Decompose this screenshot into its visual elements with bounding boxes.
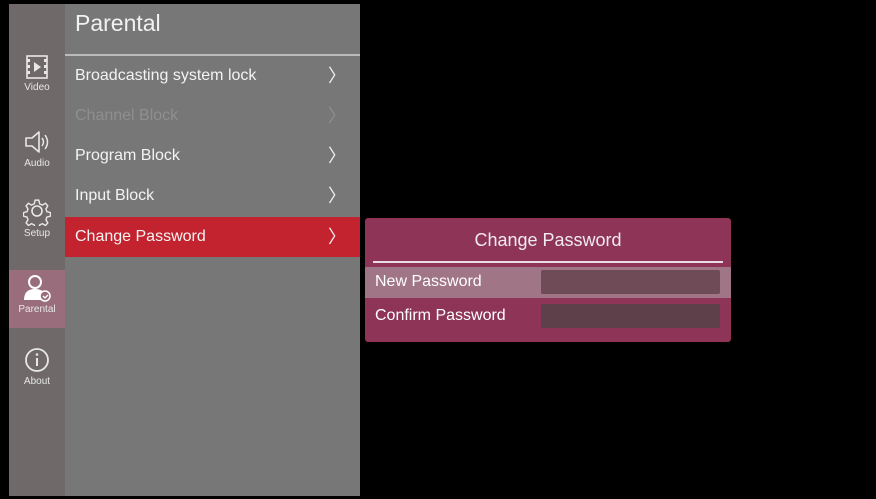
sidebar-item-setup[interactable]: Setup — [9, 196, 65, 260]
chevron-right-icon: 〉 — [328, 66, 346, 86]
menu-item-label: Channel Block — [75, 107, 179, 124]
sidebar-item-label: Parental — [18, 304, 56, 315]
new-password-field[interactable] — [541, 270, 720, 294]
chevron-right-icon: 〉 — [328, 186, 346, 206]
new-password-label: New Password — [375, 273, 482, 290]
menu-item-program-block[interactable]: Program Block 〉 — [65, 136, 360, 176]
chevron-right-icon: 〉 — [328, 146, 346, 166]
dialog-title: Change Password — [474, 230, 622, 250]
confirm-password-label: Confirm Password — [375, 307, 506, 324]
menu-item-label: Change Password — [75, 228, 206, 245]
menu-item-label: Program Block — [75, 147, 180, 164]
menu-item-label: Input Block — [75, 187, 155, 204]
menu-item-change-password[interactable]: Change Password 〉 — [65, 217, 360, 257]
sidebar-item-label: About — [23, 376, 51, 387]
menu-item-input-block[interactable]: Input Block 〉 — [65, 176, 360, 216]
menu-item-label: Broadcasting system lock — [75, 67, 257, 84]
speaker-icon — [25, 131, 49, 153]
menu-item-channel-block: Channel Block 〉 — [65, 96, 360, 136]
confirm-password-field[interactable] — [541, 304, 720, 328]
change-password-dialog: Change Password New Password Confirm Pas… — [365, 218, 731, 342]
new-password-row[interactable]: New Password — [365, 267, 731, 298]
tv-settings-screen: Video Audio Setup Parental About Parenta… — [9, 4, 871, 496]
dialog-divider — [373, 261, 723, 263]
sidebar-item-label: Audio — [24, 158, 50, 169]
sidebar-item-label: Video — [24, 82, 50, 93]
sidebar-item-video[interactable]: Video — [9, 54, 65, 118]
chevron-right-icon: 〉 — [328, 227, 346, 247]
gear-icon — [23, 199, 51, 226]
confirm-password-row[interactable]: Confirm Password — [365, 301, 731, 332]
sidebar-item-label: Setup — [23, 228, 51, 239]
page-title: Parental — [75, 10, 161, 36]
info-icon — [25, 348, 49, 372]
video-icon — [26, 55, 48, 79]
parental-user-icon — [24, 275, 51, 302]
menu-item-broadcasting-system-lock[interactable]: Broadcasting system lock 〉 — [65, 56, 360, 96]
sidebar-item-about[interactable]: About — [9, 346, 65, 410]
chevron-right-icon: 〉 — [328, 106, 346, 126]
settings-sidebar: Video Audio Setup Parental About — [9, 4, 65, 496]
sidebar-item-parental[interactable]: Parental — [9, 270, 65, 328]
parental-menu: Parental Broadcasting system lock 〉 Chan… — [65, 4, 360, 496]
sidebar-item-audio[interactable]: Audio — [9, 128, 65, 192]
